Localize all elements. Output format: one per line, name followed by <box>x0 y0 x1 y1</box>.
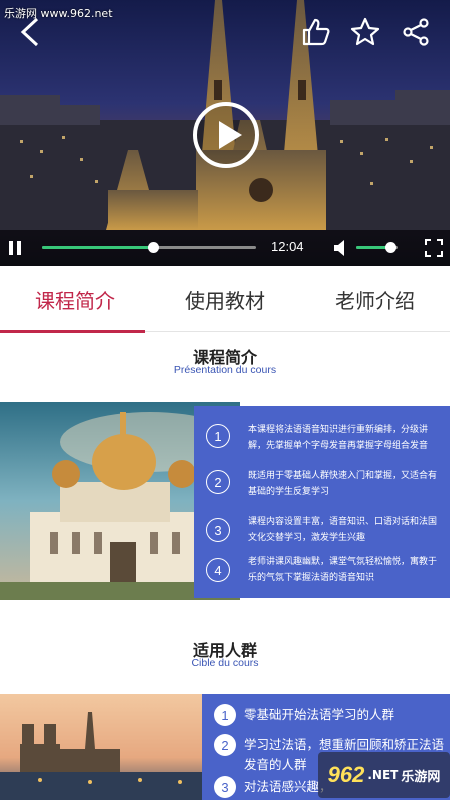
list-item: 4 老师讲课风趣幽默，课堂气氛轻松愉悦，寓教于乐的气氛下掌握法语的语音知识 <box>194 554 450 598</box>
list-item-text: 既适用于零基础人群快速入门和掌握，又适合有基础的学生反复学习 <box>248 471 438 497</box>
thumbs-up-icon <box>302 18 330 46</box>
progress-handle[interactable] <box>148 242 160 253</box>
list-item-text: 零基础开始法语学习的人群 <box>244 707 395 722</box>
list-item-text: 老师讲课风趣幽默，课堂气氛轻松愉悦，寓教于乐的气氛下掌握法语的语音知识 <box>248 557 438 583</box>
list-item: 2 既适用于零基础人群快速入门和掌握，又适合有基础的学生反复学习 <box>194 462 450 506</box>
share-button[interactable] <box>398 14 434 50</box>
watermark-number: 962 <box>327 762 365 787</box>
list-item: 1 本课程将法语语音知识进行重新编排，分级讲解，先掌握单个字母发音再掌握字母组合… <box>194 416 450 460</box>
list-item-text: 本课程将法语语音知识进行重新编排，分级讲解，先掌握单个字母发音再掌握字母组合发音 <box>248 425 429 451</box>
play-button[interactable] <box>192 101 260 169</box>
notre-dame-photo <box>0 694 210 800</box>
course-intro-panel: 1 本课程将法语语音知识进行重新编排，分级讲解，先掌握单个字母发音再掌握字母组合… <box>194 406 450 598</box>
watermark-text: 乐游网 <box>401 769 441 785</box>
list-item-text: 课程内容设置丰富，语音知识、口语对话和法国文化交替学习，激发学生兴趣 <box>248 517 438 543</box>
pause-icon <box>9 241 21 255</box>
volume-button[interactable] <box>333 239 349 257</box>
pause-button[interactable] <box>8 240 22 256</box>
playback-time: 12:04 <box>271 239 304 254</box>
list-number: 2 <box>214 734 236 756</box>
progress-slider[interactable] <box>42 242 256 253</box>
tab-bar: 课程简介 使用教材 老师介绍 <box>0 266 450 333</box>
share-icon <box>403 18 429 46</box>
back-arrow-icon <box>20 17 39 47</box>
list-number: 1 <box>214 704 236 726</box>
list-number: 3 <box>206 518 230 542</box>
list-item: 1 零基础开始法语学习的人群 <box>202 704 450 728</box>
volume-handle[interactable] <box>385 242 397 253</box>
volume-icon <box>334 240 344 256</box>
volume-slider[interactable] <box>356 242 398 253</box>
favorite-button[interactable] <box>347 14 383 50</box>
play-icon <box>193 102 259 168</box>
watermark-logo: 962 .NET 乐游网 <box>318 752 450 798</box>
tab-textbook[interactable]: 使用教材 <box>150 266 300 332</box>
watermark-suffix: .NET <box>367 768 399 782</box>
section-subtitle: Cible du cours <box>191 657 259 669</box>
fullscreen-icon <box>425 239 443 257</box>
list-number: 2 <box>206 470 230 494</box>
back-button[interactable] <box>12 14 48 50</box>
list-number: 4 <box>206 558 230 582</box>
list-item: 3 课程内容设置丰富，语音知识、口语对话和法国文化交替学习，激发学生兴趣 <box>194 510 450 554</box>
tab-teacher[interactable]: 老师介绍 <box>300 266 450 332</box>
list-number: 1 <box>206 424 230 448</box>
list-number: 3 <box>214 776 236 798</box>
player-control-bar: 12:04 <box>0 230 450 266</box>
fullscreen-button[interactable] <box>425 239 443 257</box>
video-player[interactable]: 乐游网 www.962.net 12:04 <box>0 0 450 266</box>
section-subtitle: Présentation du cours <box>173 364 277 376</box>
tab-course-intro[interactable]: 课程简介 <box>0 266 150 333</box>
like-button[interactable] <box>298 14 334 50</box>
star-icon <box>350 17 380 46</box>
progress-fill <box>42 246 154 249</box>
